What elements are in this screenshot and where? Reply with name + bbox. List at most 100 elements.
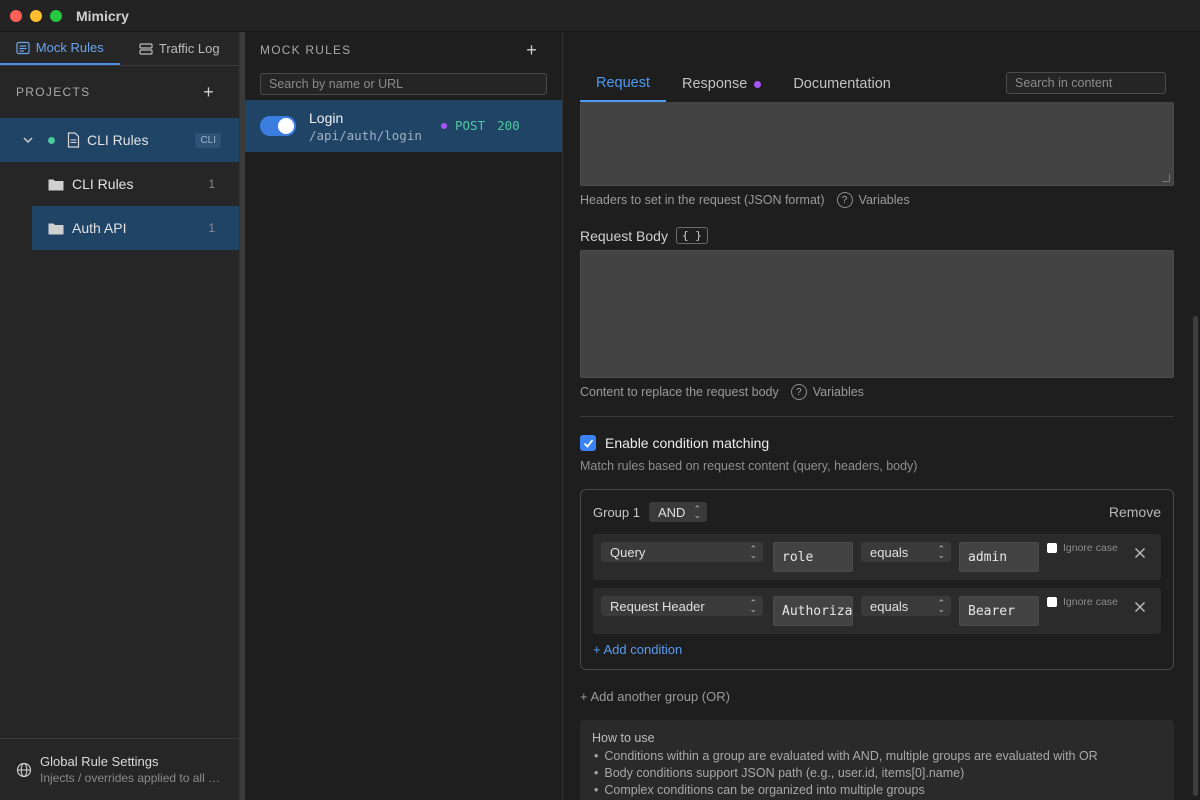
project-status-dot [48,136,55,144]
condition-source-select[interactable]: Query ⌃ ⌄ [601,542,763,562]
globe-icon [16,762,32,777]
close-icon[interactable] [1133,546,1147,560]
tab-mock-rules-label: Mock Rules [35,40,104,55]
list-item: Complex conditions can be organized into… [592,782,1162,799]
headers-hint: Headers to set in the request (JSON form… [580,192,1174,208]
projects-label: PROJECTS [16,85,91,99]
editor-scrollbar[interactable] [1193,316,1198,796]
format-json-button[interactable]: { } [675,227,708,244]
group-operator-value: AND [657,504,686,520]
select-arrows-icon: ⌃ ⌄ [937,598,945,614]
ignore-case-option[interactable]: Ignore case [1047,596,1118,608]
editor-scroll-area[interactable]: Headers to set in the request (JSON form… [580,102,1174,800]
condition-row: Request Header⌃⌄ Authorization equals⌃⌄ … [593,588,1161,634]
folder-item-cli-rules[interactable]: CLI Rules 1 [0,162,239,206]
condition-key-input[interactable]: Authorization [773,596,853,626]
add-rule-button[interactable]: + [526,41,538,59]
request-body-textarea[interactable] [580,250,1174,378]
folder-count: 1 [208,177,215,191]
rule-name: Login [309,109,344,126]
app-title: Mimicry [76,7,129,24]
request-body-label: Request Body [580,227,668,244]
resize-grip-icon[interactable] [1162,174,1170,182]
rule-editor: Request Response Documentation Headers t… [564,32,1200,800]
folder-item-auth-api[interactable]: Auth API 1 [32,206,239,250]
list-item: Body conditions support JSON path (e.g.,… [592,765,1162,782]
tab-traffic-log-label: Traffic Log [158,41,220,56]
tab-request[interactable]: Request [580,66,667,102]
content-search-input[interactable] [1006,72,1166,94]
condition-operator-select[interactable]: equals ⌃ ⌄ [861,542,951,562]
rule-method: POST [455,118,486,133]
chevron-down-icon[interactable] [22,134,34,146]
tab-traffic-log[interactable]: Traffic Log [120,32,240,65]
add-condition-button[interactable]: + Add condition [593,642,682,657]
window-controls [10,9,62,22]
sidebar-tabs: Mock Rules Traffic Log [0,32,239,66]
select-arrows-icon: ⌃ ⌄ [749,598,757,614]
tab-request-label: Request [596,75,651,91]
folder-icon [48,223,64,234]
help-icon[interactable]: ? [836,192,853,208]
global-rule-settings[interactable]: Global Rule Settings Injects / overrides… [0,738,240,800]
rule-url: /api/auth/login [309,127,422,143]
condition-source-value: Request Header [610,598,705,614]
server-icon [139,42,153,55]
request-headers-textarea[interactable] [580,102,1174,186]
headers-hint-text: Headers to set in the request (JSON form… [580,193,825,207]
condition-matching-toggle[interactable]: Enable condition matching [580,435,1174,451]
ignore-case-option[interactable]: Ignore case [1047,542,1118,554]
ignore-case-checkbox[interactable] [1047,543,1057,553]
condition-operator-value: equals [870,544,909,560]
close-window-button[interactable] [10,9,22,22]
project-item-cli-rules[interactable]: CLI Rules CLI [0,118,239,162]
condition-title: Enable condition matching [605,435,770,451]
variables-link[interactable]: Variables [859,193,910,207]
condition-group: Group 1 AND ⌃ ⌄ Remove Query ⌃ ⌄ role equals… [580,489,1174,670]
minimize-window-button[interactable] [30,9,42,22]
rule-search-input[interactable] [260,73,547,95]
body-hint: Content to replace the request body ? Va… [580,384,1174,400]
ignore-case-label: Ignore case [1063,596,1118,608]
projects-header: PROJECTS + [0,66,239,118]
list-item: Conditions within a group are evaluated … [592,748,1162,765]
zoom-window-button[interactable] [50,9,62,22]
folder-icon [48,179,64,190]
group-operator-select[interactable]: AND ⌃ ⌄ [648,502,707,522]
request-body-heading: Request Body { } [580,227,1174,244]
how-to-use-box: How to use Conditions within a group are… [580,720,1174,800]
project-badge: CLI [195,132,221,148]
title-bar: Mimicry [0,0,1200,32]
tab-response[interactable]: Response [666,66,777,102]
condition-key-input[interactable]: role [773,542,853,572]
rule-item-login[interactable]: Login /api/auth/login POST 200 [245,100,562,152]
tab-documentation[interactable]: Documentation [777,66,907,102]
project-name: CLI Rules [87,132,149,148]
global-settings-title: Global Rule Settings [40,754,159,769]
condition-value-input[interactable]: admin [959,542,1039,572]
condition-source-select[interactable]: Request Header ⌃ ⌄ [601,596,763,616]
ignore-case-checkbox[interactable] [1047,597,1057,607]
add-project-button[interactable]: + [203,83,215,101]
list-icon [16,41,30,54]
condition-value-input[interactable]: Bearer [959,596,1039,626]
file-icon [67,132,80,148]
rule-enabled-toggle[interactable] [260,116,296,136]
folder-name: Auth API [72,220,127,236]
condition-checkbox[interactable] [580,435,596,451]
remove-group-button[interactable]: Remove [1109,504,1161,520]
add-group-button[interactable]: + Add another group (OR) [580,689,1174,704]
select-arrows-icon: ⌃ ⌄ [937,544,945,560]
condition-operator-select[interactable]: equals ⌃ ⌄ [861,596,951,616]
section-divider [580,416,1174,417]
close-icon[interactable] [1133,600,1147,614]
folder-name: CLI Rules [72,176,134,192]
tab-mock-rules[interactable]: Mock Rules [0,32,120,65]
tab-documentation-label: Documentation [793,76,891,92]
variables-link[interactable]: Variables [813,385,864,399]
rule-status-code: 200 [497,118,520,133]
rules-title: MOCK RULES [260,43,352,57]
sidebar: Mock Rules Traffic Log PROJECTS + CLI Ru… [0,32,240,800]
help-icon[interactable]: ? [790,384,807,400]
select-arrows-icon: ⌃ ⌄ [693,504,701,520]
